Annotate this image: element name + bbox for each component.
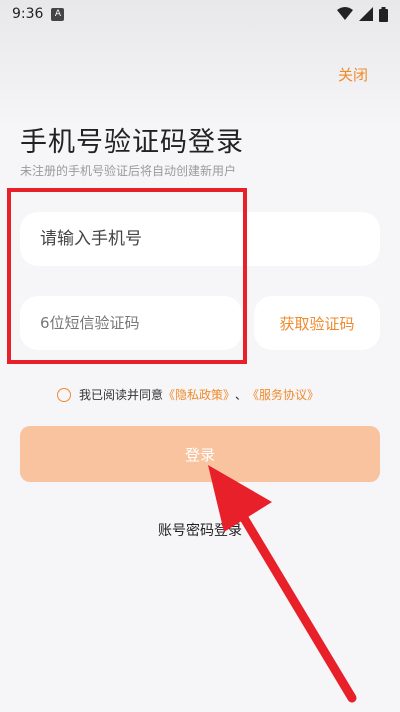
status-left: 9:36 A (12, 6, 65, 22)
phone-field[interactable] (20, 212, 380, 266)
service-agreement-link[interactable]: 《服务协议》 (247, 386, 319, 403)
sms-code-input[interactable] (38, 313, 224, 333)
battery-icon (379, 6, 388, 22)
phone-input[interactable] (38, 228, 362, 250)
password-login-link[interactable]: 账号密码登录 (0, 520, 400, 540)
get-code-button[interactable]: 获取验证码 (254, 296, 380, 350)
status-right (337, 6, 388, 22)
wifi-icon (337, 7, 353, 20)
agreement-separator: 、 (235, 388, 248, 402)
code-field[interactable] (20, 296, 242, 350)
agreement-checkbox[interactable] (57, 387, 71, 402)
agreement-row: 我已阅读并同意 《隐私政策》 、 《服务协议》 (57, 386, 319, 403)
status-time: 9:36 (12, 6, 44, 22)
privacy-policy-link[interactable]: 《隐私政策》 (163, 386, 235, 403)
signal-icon (359, 7, 373, 21)
status-bar: 9:36 A (0, 0, 400, 28)
close-button[interactable]: 关闭 (338, 64, 368, 85)
notification-badge-icon: A (51, 7, 65, 21)
login-button[interactable]: 登录 (20, 426, 380, 482)
page-subtitle: 未注册的手机号验证后将自动创建新用户 (20, 164, 237, 178)
page-title: 手机号验证码登录 (20, 127, 244, 158)
agreement-prefix: 我已阅读并同意 (79, 388, 164, 402)
